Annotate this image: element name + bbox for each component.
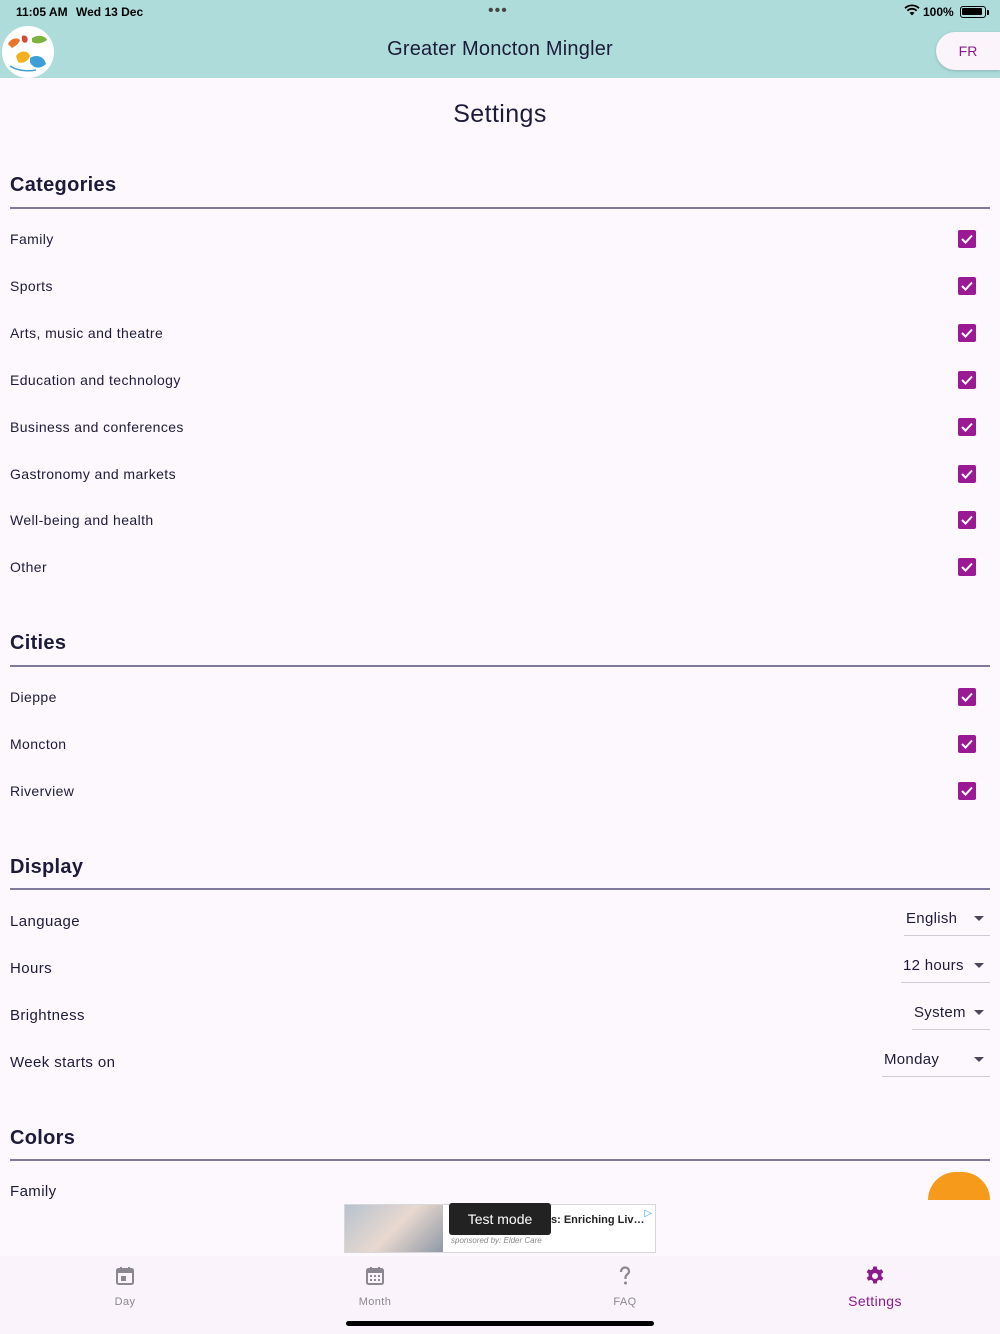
city-checkbox-moncton[interactable] [958,735,976,753]
nav-label-month: Month [358,1296,392,1308]
ad-choices-icon[interactable]: ▷ [644,1208,652,1219]
language-dropdown-value: English [906,910,958,927]
chevron-down-icon [974,1057,984,1062]
category-label-wellbeing: Well-being and health [10,512,154,528]
hours-label: Hours [10,960,53,977]
app-title: Greater Moncton Mingler [387,38,613,60]
category-checkbox-family[interactable] [958,230,976,248]
category-label-arts: Arts, music and theatre [10,325,164,341]
nav-label-day: Day [114,1296,136,1308]
divider [10,1159,990,1161]
section-title-colors: Colors [10,1127,76,1149]
brightness-dropdown[interactable]: System [912,1000,990,1030]
category-checkbox-other[interactable] [958,558,976,576]
hours-dropdown[interactable]: 12 hours [901,953,990,983]
category-checkbox-gastronomy[interactable] [958,465,976,483]
brightness-dropdown-value: System [914,1004,966,1021]
category-label-family: Family [10,231,54,247]
language-label: Language [10,913,80,930]
category-checkbox-business[interactable] [958,418,976,436]
language-toggle-button[interactable]: FR [936,32,1000,70]
city-checkbox-riverview[interactable] [958,782,976,800]
category-checkbox-wellbeing[interactable] [958,511,976,529]
status-date: Wed 13 Dec [76,5,144,19]
wifi-icon [904,4,920,16]
language-dropdown[interactable]: English [904,906,990,936]
home-indicator[interactable] [346,1321,654,1326]
category-checkbox-sports[interactable] [958,277,976,295]
ad-sponsor: sponsored by: Elder Care [451,1236,542,1245]
color-label-family: Family [10,1183,57,1200]
nav-item-day[interactable]: Day [65,1264,185,1314]
city-label-dieppe: Dieppe [10,689,57,705]
nav-label-faq: FAQ [613,1296,637,1308]
test-mode-badge: Test mode [449,1203,551,1235]
multitasking-dots[interactable]: ••• [488,2,508,20]
status-time: 11:05 AM [16,5,68,19]
nav-item-faq[interactable]: FAQ [565,1264,685,1314]
gear-icon [866,1266,884,1284]
city-label-riverview: Riverview [10,783,75,799]
brightness-label: Brightness [10,1007,85,1024]
week-start-dropdown[interactable]: Monday [882,1047,990,1077]
category-checkbox-arts[interactable] [958,324,976,342]
status-bar: 11:05 AM Wed 13 Dec ••• 100% [0,0,1000,24]
category-label-business: Business and conferences [10,419,184,435]
hours-dropdown-value: 12 hours [903,957,964,974]
section-title-display: Display [10,856,84,878]
nav-label-settings: Settings [848,1293,902,1309]
nav-item-month[interactable]: Month [315,1264,435,1314]
divider [10,207,990,209]
chevron-down-icon [974,916,984,921]
calendar-month-icon [366,1267,384,1285]
question-icon [619,1266,631,1285]
divider [10,665,990,667]
category-checkbox-education[interactable] [958,371,976,389]
battery-icon [960,6,986,18]
ad-image[interactable] [345,1205,443,1252]
page-title: Settings [453,100,547,128]
category-label-sports: Sports [10,278,53,294]
ad-headline[interactable]: s: Enriching Liv… [551,1214,645,1226]
section-title-categories: Categories [10,174,117,196]
color-swatch-family[interactable] [928,1172,990,1200]
section-title-cities: Cities [10,632,67,654]
app-bar: 11:05 AM Wed 13 Dec ••• 100% Greater Mon… [0,0,1000,78]
city-label-moncton: Moncton [10,736,67,752]
week-start-label: Week starts on [10,1054,116,1071]
calendar-day-icon [116,1267,134,1285]
chevron-down-icon [974,1010,984,1015]
battery-percent: 100% [923,5,954,19]
category-label-gastronomy: Gastronomy and markets [10,466,176,482]
nav-item-settings[interactable]: Settings [815,1264,935,1314]
category-label-education: Education and technology [10,372,181,388]
battery-tip [987,10,989,15]
category-label-other: Other [10,559,48,575]
week-start-dropdown-value: Monday [884,1051,940,1068]
chevron-down-icon [974,963,984,968]
city-checkbox-dieppe[interactable] [958,688,976,706]
divider [10,888,990,890]
